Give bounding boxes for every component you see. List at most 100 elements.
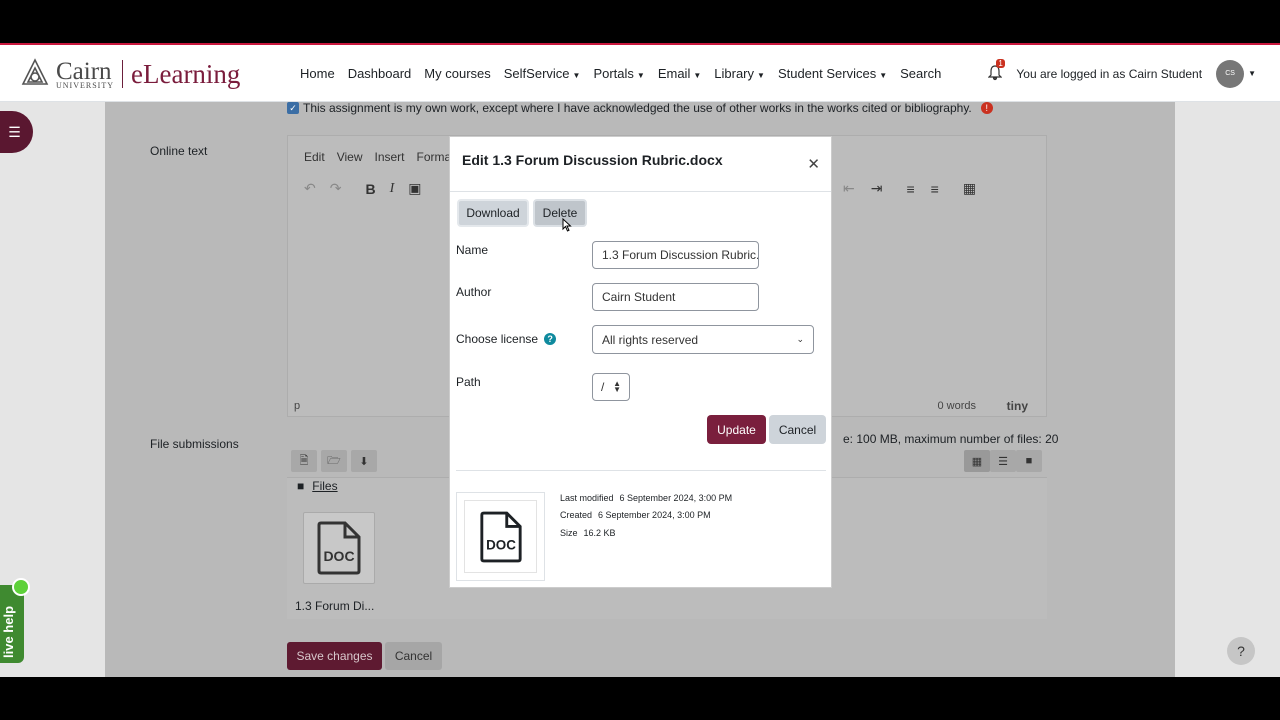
author-input[interactable]: Cairn Student — [592, 283, 759, 311]
cairn-logo-icon — [21, 58, 49, 85]
course-index-toggle[interactable]: ☰ — [0, 111, 33, 153]
dialog-divider — [456, 470, 826, 471]
download-button[interactable]: Download — [457, 199, 529, 227]
live-help-label: live help — [1, 605, 16, 658]
logo-divider — [122, 60, 123, 88]
avatar[interactable]: CS — [1216, 59, 1245, 88]
chevron-down-icon: ▼ — [757, 71, 765, 80]
nav-label: Student Services — [777, 66, 877, 81]
notification-count-badge: 1 — [996, 58, 1005, 68]
view-icons-button[interactable]: ▦ — [964, 450, 990, 472]
chevron-down-icon: ▼ — [572, 71, 581, 80]
file-thumbnail-name[interactable]: 1.3 Forum Di... — [295, 599, 374, 613]
tiny-brand[interactable]: tiny — [1007, 399, 1028, 413]
doc-file-icon: DOC — [317, 521, 361, 575]
sort-arrows-icon: ▲ ▼ — [613, 379, 621, 394]
form-cancel-button[interactable]: Cancel — [385, 642, 442, 670]
create-folder-button[interactable]: 🗁 — [321, 450, 347, 472]
nav-library[interactable]: Library ▼ — [714, 66, 765, 81]
svg-text:DOC: DOC — [486, 537, 516, 552]
save-changes-button[interactable]: Save changes — [287, 642, 382, 670]
required-icon: ! — [980, 102, 993, 114]
bullet-list-icon[interactable]: ≡ — [906, 181, 914, 197]
file-icon: 🗎 — [299, 454, 309, 467]
primary-nav: Home Dashboard My courses SelfService ▼ P… — [300, 45, 954, 102]
update-button[interactable]: Update — [707, 415, 766, 444]
italic-icon[interactable]: I — [390, 181, 395, 197]
size-value: 16.2 KB — [583, 528, 616, 538]
path-select[interactable]: / ▲ ▼ — [592, 373, 630, 401]
nav-label: Home — [300, 66, 335, 81]
outdent-icon[interactable]: ⇤ — [843, 180, 855, 197]
view-list-button[interactable]: ☰ — [990, 450, 1016, 472]
license-label: Choose license — [456, 332, 539, 346]
nav-portals[interactable]: Portals ▼ — [593, 66, 644, 81]
nav-email[interactable]: Email ▼ — [658, 66, 701, 81]
logo-elearning-text: eLearning — [131, 58, 241, 89]
add-file-button[interactable]: 🗎 — [291, 450, 317, 472]
nav-my-courses[interactable]: My courses — [424, 66, 490, 81]
redo-icon[interactable]: ↷ — [330, 180, 342, 197]
bold-icon[interactable]: B — [365, 181, 375, 197]
nav-dashboard[interactable]: Dashboard — [348, 66, 412, 81]
nav-student-services[interactable]: Student Services ▼ — [778, 66, 887, 81]
logo-wordmark: Cairn UNIVERSITY — [56, 59, 114, 90]
file-submissions-label: File submissions — [150, 437, 239, 451]
delete-button[interactable]: Delete — [533, 199, 587, 227]
numbered-list-icon[interactable]: ≡ — [931, 181, 939, 197]
acknowledgement-checkbox[interactable]: ✓ — [287, 102, 299, 114]
license-select[interactable]: All rights reserved ⌄ — [592, 325, 814, 354]
video-letterbox-bottom — [0, 677, 1280, 720]
editor-menu-edit[interactable]: Edit — [304, 150, 325, 164]
logo-university-text: UNIVERSITY — [56, 80, 114, 90]
close-icon[interactable]: ✕ — [807, 155, 820, 173]
file-preview: DOC — [456, 492, 545, 581]
chevron-down-icon: ⌄ — [796, 334, 804, 344]
calculator-icon[interactable]: ▦ — [963, 180, 976, 197]
indent-icon[interactable]: ⇥ — [871, 180, 883, 197]
files-link[interactable]: Files — [312, 479, 337, 493]
notifications-button[interactable]: 1 — [987, 58, 1005, 83]
editor-menu-view[interactable]: View — [337, 150, 363, 164]
dialog-header-divider — [450, 191, 831, 192]
nav-label: Search — [900, 66, 942, 81]
nav-label: Portals — [593, 66, 634, 81]
created-label: Created — [560, 510, 593, 520]
image-icon[interactable]: ▣ — [408, 180, 421, 197]
files-breadcrumb[interactable]: ■ Files — [297, 479, 338, 493]
chevron-down-icon: ▼ — [693, 71, 702, 80]
grid-icon: ▦ — [971, 455, 983, 468]
footer-help-button[interactable]: ? — [1227, 637, 1255, 665]
online-text-label: Online text — [150, 144, 208, 158]
chevron-down-icon[interactable]: ▼ — [1248, 69, 1256, 78]
nav-label: Dashboard — [347, 66, 412, 81]
list-icon: ☰ — [8, 123, 21, 140]
nav-label: SelfService — [503, 66, 570, 81]
download-icon: ⬇ — [359, 455, 369, 468]
nav-label: My courses — [424, 66, 491, 81]
nav-search[interactable]: Search — [900, 66, 941, 81]
created-row: Created 6 September 2024, 3:00 PM — [560, 510, 711, 520]
name-input[interactable]: 1.3 Forum Discussion Rubric.docx — [592, 241, 759, 269]
file-thumbnail[interactable]: DOC — [303, 512, 375, 584]
site-logo[interactable]: Cairn UNIVERSITY eLearning — [18, 57, 240, 91]
last-modified-label: Last modified — [560, 493, 614, 503]
editor-menu-insert[interactable]: Insert — [374, 150, 404, 164]
navbar: Cairn UNIVERSITY eLearning Home Dashboar… — [0, 45, 1280, 102]
size-label: Size — [560, 528, 578, 538]
nav-label: Email — [657, 66, 691, 81]
help-icon[interactable]: ? — [544, 333, 557, 345]
file-preview-frame: DOC — [464, 500, 537, 573]
dialog-cancel-button[interactable]: Cancel — [769, 415, 826, 444]
created-value: 6 September 2024, 3:00 PM — [598, 510, 711, 520]
view-tree-button[interactable]: ■ — [1016, 450, 1042, 472]
svg-text:DOC: DOC — [323, 548, 354, 564]
user-area: 1 You are logged in as Cairn Student CS … — [987, 45, 1256, 102]
download-all-button[interactable]: ⬇ — [351, 450, 377, 472]
nav-home[interactable]: Home — [300, 66, 335, 81]
folder-icon: ■ — [297, 479, 305, 493]
nav-selfservice[interactable]: SelfService ▼ — [504, 66, 581, 81]
live-help-status-dot — [12, 578, 30, 596]
acknowledgement-text: This assignment is my own work, except w… — [303, 101, 972, 115]
undo-icon[interactable]: ↶ — [304, 180, 316, 197]
